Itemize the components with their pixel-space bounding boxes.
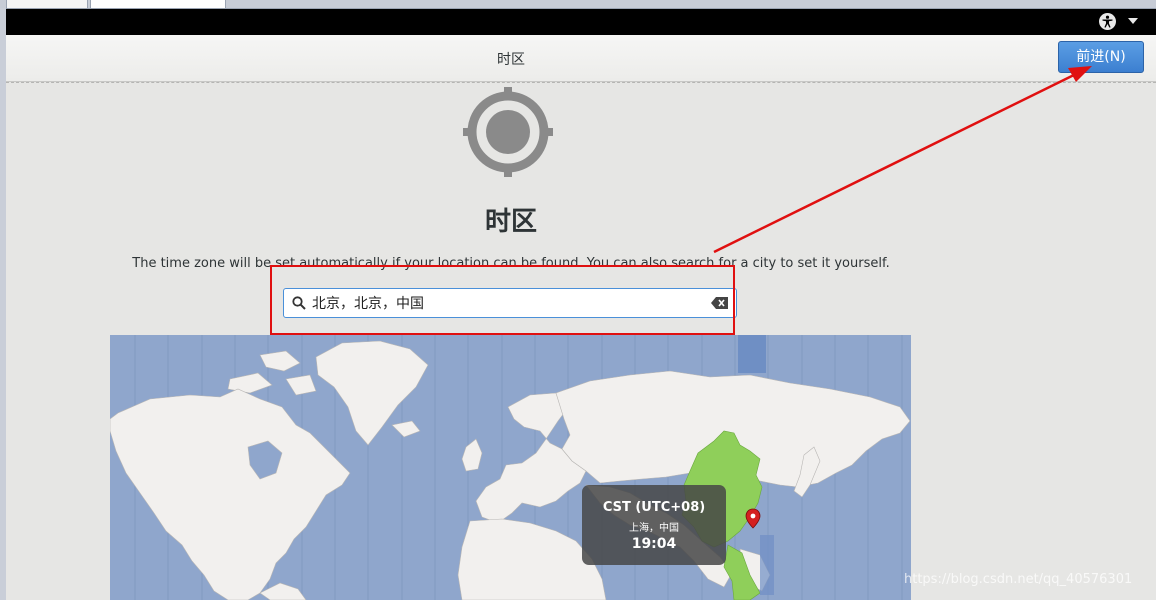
page-title: 时区 <box>484 207 537 237</box>
accessibility-icon[interactable] <box>1099 13 1116 30</box>
host-tab[interactable] <box>6 0 88 9</box>
location-target-icon <box>463 87 553 177</box>
timezone-map[interactable] <box>110 335 911 600</box>
chevron-down-icon[interactable] <box>1128 18 1138 24</box>
host-tab-active[interactable] <box>90 0 226 9</box>
top-bar <box>6 9 1156 35</box>
timezone-city: 上海，中国 <box>629 523 679 534</box>
watermark-text: https://blog.csdn.net/qq_40576301 <box>904 572 1133 587</box>
timezone-name: CST (UTC+08) <box>602 500 706 515</box>
next-button[interactable]: 前进(N) <box>1058 41 1144 73</box>
timezone-tooltip: CST (UTC+08) 上海，中国 19:04 <box>582 485 726 565</box>
annotation-highlight-box <box>270 265 735 335</box>
host-tab-strip <box>0 0 1156 9</box>
header-title: 时区 <box>497 52 525 68</box>
timezone-time: 19:04 <box>631 536 677 552</box>
header-bar: 时区 前进(N) <box>6 35 1156 82</box>
map-pin-icon <box>745 508 761 529</box>
